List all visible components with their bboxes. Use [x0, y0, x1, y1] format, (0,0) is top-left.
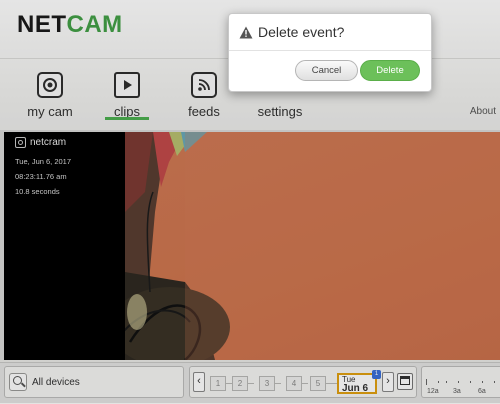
- delete-event-dialog: Delete event? Cancel Delete: [228, 13, 432, 92]
- dialog-header: Delete event?: [229, 14, 431, 51]
- cancel-button[interactable]: Cancel: [295, 60, 358, 81]
- delete-button[interactable]: Delete: [360, 60, 420, 81]
- dialog-title: Delete event?: [258, 24, 345, 40]
- warning-icon: [239, 26, 253, 38]
